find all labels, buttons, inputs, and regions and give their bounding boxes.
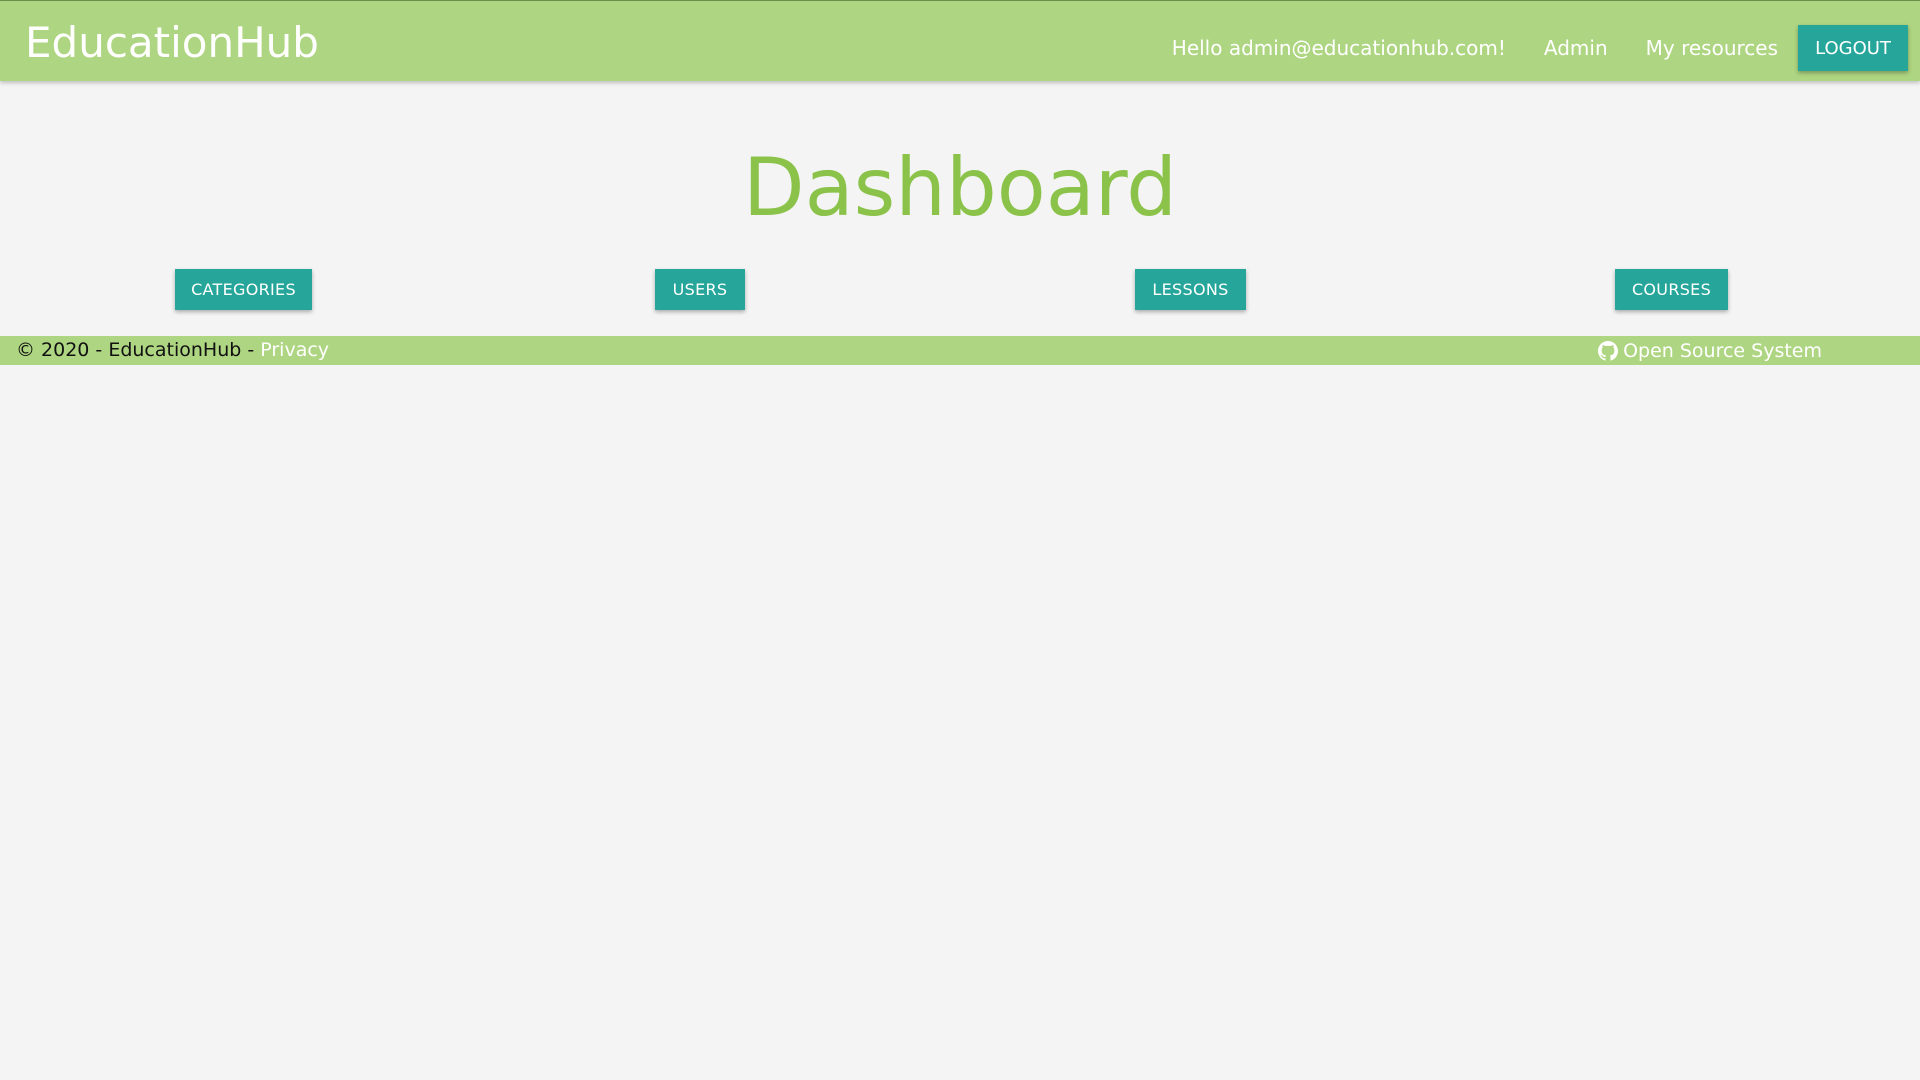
brand-logo-link[interactable]: EducationHub	[25, 17, 319, 69]
footer-copyright: © 2020 - EducationHub - Privacy	[16, 336, 329, 365]
page-title: Dashboard	[742, 141, 1178, 234]
top-navbar: EducationHub Hello admin@educationhub.co…	[0, 0, 1920, 81]
users-button[interactable]: USERS	[655, 269, 745, 310]
nav-link-admin[interactable]: Admin	[1544, 36, 1608, 60]
user-greeting[interactable]: Hello admin@educationhub.com!	[1172, 36, 1506, 60]
footer: © 2020 - EducationHub - Privacy Open Sou…	[0, 336, 1920, 365]
courses-button[interactable]: COURSES	[1615, 269, 1728, 310]
open-source-label: Open Source System	[1623, 339, 1822, 362]
open-source-link[interactable]: Open Source System	[1598, 336, 1822, 365]
copyright-text: © 2020 - EducationHub -	[16, 339, 261, 361]
privacy-link[interactable]: Privacy	[260, 339, 329, 361]
categories-button[interactable]: CATEGORIES	[175, 269, 312, 310]
github-icon	[1598, 340, 1619, 361]
logout-button[interactable]: LOGOUT	[1798, 25, 1908, 71]
nav-links: Hello admin@educationhub.com! Admin My r…	[1172, 25, 1908, 71]
nav-link-my-resources[interactable]: My resources	[1646, 36, 1778, 60]
lessons-button[interactable]: LESSONS	[1135, 269, 1246, 310]
